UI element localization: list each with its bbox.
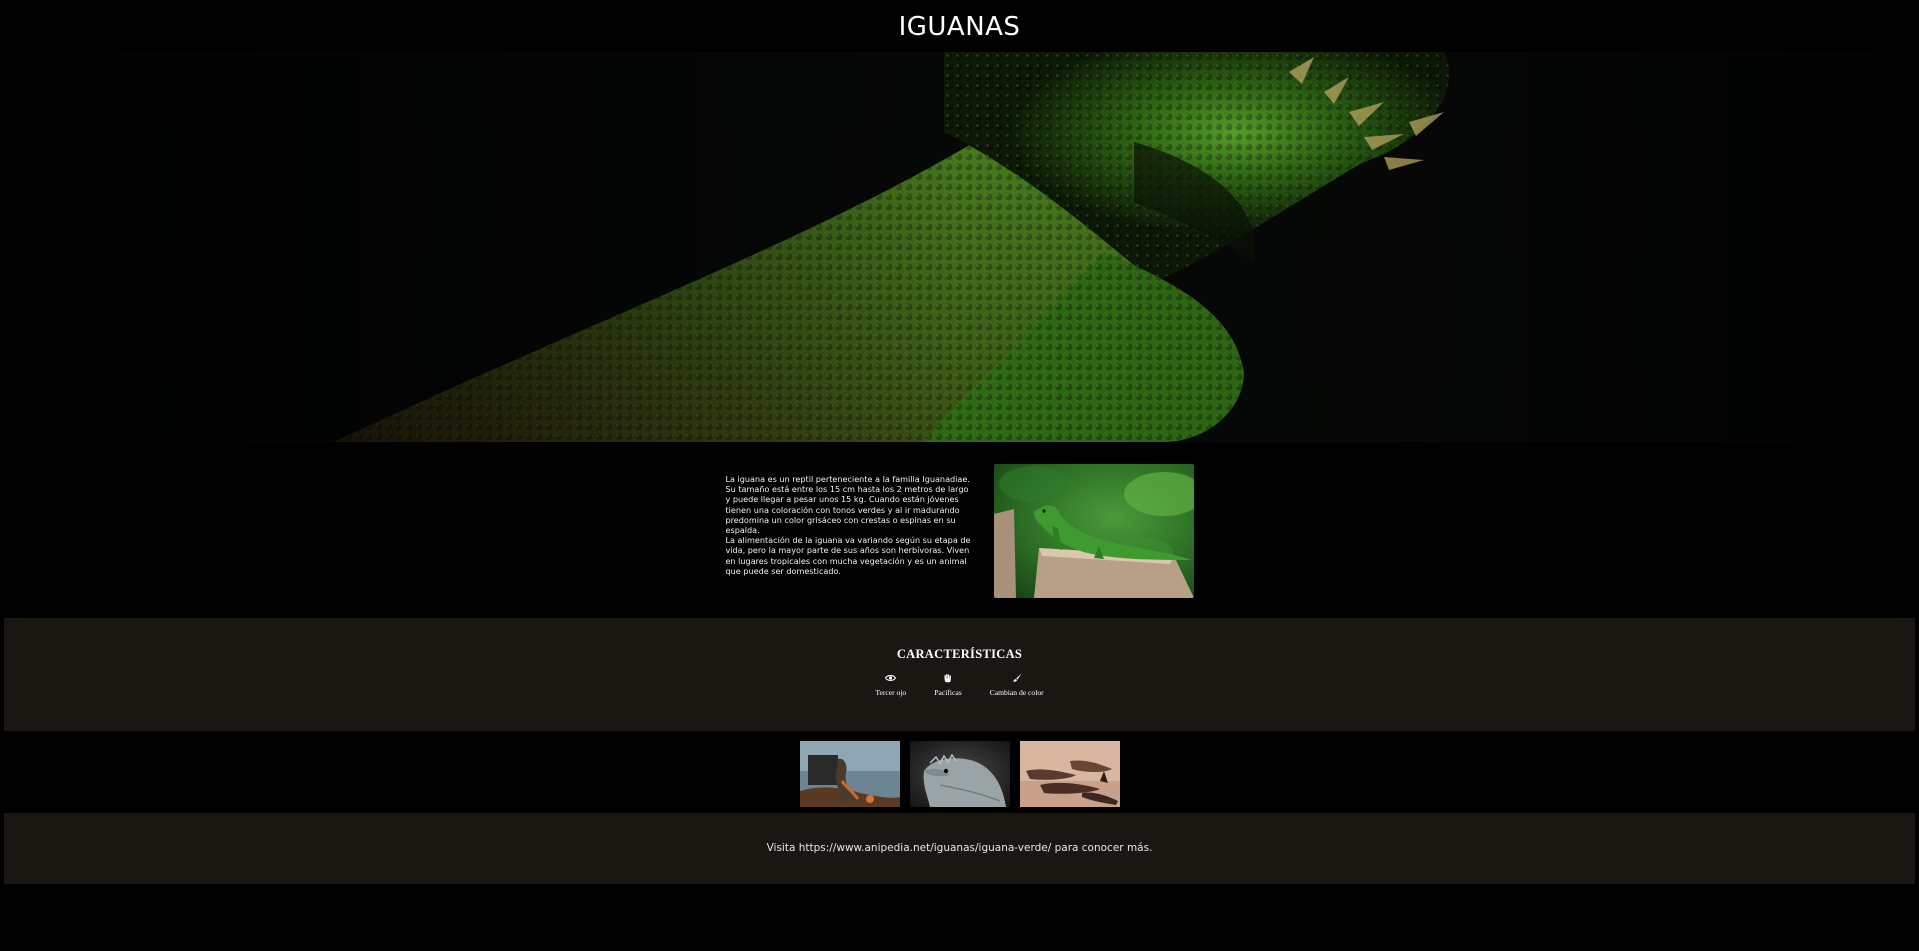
gallery-image-iguana-on-rocks[interactable] <box>799 741 900 807</box>
intro-image <box>993 464 1194 598</box>
footer-link-text[interactable]: Visita https://www.anipedia.net/iguanas/… <box>767 842 1153 854</box>
intro-section: La iguana es un reptil perteneciente a l… <box>0 442 1919 598</box>
feature-label: Cambian de color <box>989 688 1044 697</box>
gallery <box>0 731 1919 813</box>
intro-paragraph-1: La iguana es un reptil perteneciente a l… <box>725 474 970 536</box>
feature-item-cambian-de-color: Cambian de color <box>990 672 1044 697</box>
brush-icon <box>1012 672 1022 684</box>
gallery-image-iguanas-group[interactable] <box>1019 741 1120 807</box>
feature-label: Pacíficas <box>934 688 962 697</box>
hero-image <box>4 52 1915 442</box>
hero-banner <box>4 52 1915 442</box>
site-header: IGUANAS <box>0 0 1919 52</box>
feature-label: Tercer ojo <box>875 688 907 697</box>
features-section: CARACTERÍSTICAS Tercer ojo Pacíficas Cam… <box>4 618 1915 731</box>
site-footer: Visita https://www.anipedia.net/iguanas/… <box>4 813 1915 884</box>
page: IGUANAS La iguana es un reptil perteneci… <box>0 0 1919 951</box>
page-title: IGUANAS <box>898 12 1021 42</box>
features-title: CARACTERÍSTICAS <box>896 647 1023 661</box>
intro-text: La iguana es un reptil perteneciente a l… <box>726 474 976 576</box>
feature-item-pacificas: Pacíficas <box>934 672 962 697</box>
intro-paragraph-2: La alimentación de la iguana va variando… <box>725 535 971 576</box>
features-list: Tercer ojo Pacíficas Cambian de color <box>875 672 1044 697</box>
hand-icon <box>943 672 952 684</box>
gallery-image-iguana-head[interactable] <box>909 741 1010 807</box>
feature-item-tercer-ojo: Tercer ojo <box>875 672 906 697</box>
eye-icon <box>885 672 897 684</box>
